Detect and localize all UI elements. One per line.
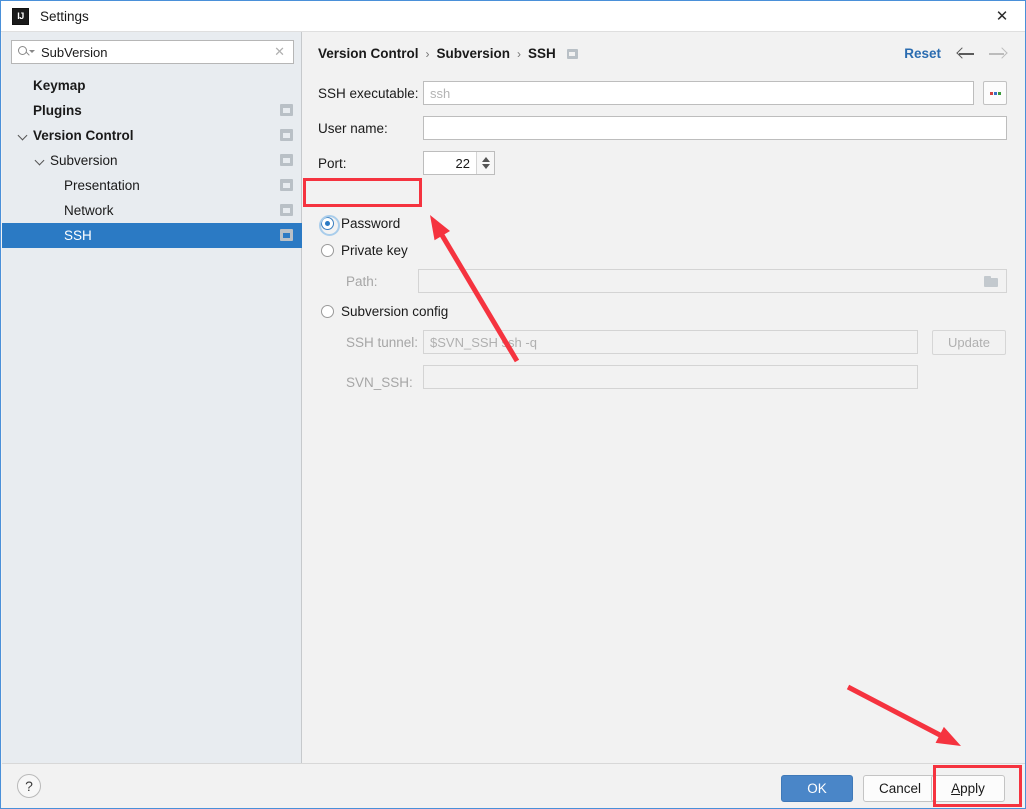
user-name-label: User name: — [318, 121, 388, 136]
spinner-up-icon — [481, 157, 490, 162]
window-title: Settings — [40, 8, 89, 24]
radio-password[interactable]: Password — [319, 215, 401, 236]
breadcrumb-item-1[interactable]: Subversion — [437, 46, 511, 61]
sidebar-item-ssh[interactable]: SSH — [2, 223, 302, 248]
title-bar: IJ Settings ✕ — [1, 1, 1025, 32]
sidebar-item-label: Subversion — [50, 153, 118, 168]
ssh-tunnel-value: $SVN_SSH ssh -q — [430, 334, 537, 350]
ssh-tunnel-input: $SVN_SSH ssh -q — [423, 330, 918, 354]
svn-ssh-label: SVN_SSH: — [346, 375, 413, 390]
spinner-down-icon — [481, 164, 490, 169]
sidebar-item-version-control[interactable]: Version Control — [2, 123, 302, 148]
radio-password-label: Password — [341, 216, 401, 231]
svn-ssh-input — [423, 365, 918, 389]
apply-label-mnemonic: A — [951, 781, 961, 796]
radio-subversion-config-indicator — [321, 305, 334, 318]
sidebar-item-plugins[interactable]: Plugins — [2, 98, 302, 123]
sidebar-item-keymap[interactable]: Keymap — [2, 73, 302, 98]
radio-subversion-config[interactable]: Subversion config — [321, 304, 448, 319]
chevron-down-icon[interactable] — [34, 155, 46, 167]
apply-button[interactable]: Apply — [931, 775, 1005, 802]
page-icon — [280, 204, 293, 216]
settings-sidebar: SubVersion ✕ Keymap Plugins Version Contro… — [2, 32, 302, 763]
port-label: Port: — [318, 156, 347, 171]
sidebar-item-label: SSH — [64, 228, 92, 243]
update-button: Update — [932, 330, 1006, 355]
port-spinner-buttons[interactable] — [476, 152, 494, 174]
search-icon — [18, 45, 35, 59]
close-icon[interactable]: ✕ — [979, 1, 1025, 31]
ssh-executable-label: SSH executable: — [318, 86, 419, 101]
port-stepper[interactable]: 22 — [423, 151, 495, 175]
ok-button[interactable]: OK — [781, 775, 853, 802]
reset-link[interactable]: Reset — [904, 46, 941, 61]
search-input-value: SubVersion — [41, 44, 108, 60]
apply-label-rest: pply — [960, 781, 985, 796]
page-icon — [280, 129, 293, 141]
sidebar-item-network[interactable]: Network — [2, 198, 302, 223]
ssh-executable-browse-button[interactable] — [983, 81, 1007, 105]
chevron-down-icon[interactable] — [17, 130, 29, 142]
back-arrow-icon[interactable] — [956, 45, 977, 63]
ssh-executable-placeholder: ssh — [430, 85, 451, 101]
page-icon — [280, 229, 293, 241]
page-icon — [280, 154, 293, 166]
settings-content-panel: Version Control › Subversion › SSH Reset… — [303, 32, 1025, 763]
clear-search-icon[interactable]: ✕ — [274, 44, 285, 60]
sidebar-item-label: Plugins — [33, 103, 82, 118]
user-name-input[interactable] — [423, 116, 1007, 140]
ssh-tunnel-label: SSH tunnel: — [346, 335, 419, 350]
breadcrumb: Version Control › Subversion › SSH — [318, 46, 578, 61]
sidebar-item-label: Network — [64, 203, 114, 218]
radio-password-indicator — [319, 215, 340, 236]
radio-private-key-indicator — [321, 244, 334, 257]
help-button[interactable]: ? — [17, 774, 41, 798]
path-label: Path: — [346, 274, 378, 289]
page-icon — [280, 104, 293, 116]
footer-buttons: OK Cancel Apply — [779, 764, 1005, 808]
breadcrumb-separator: › — [425, 46, 430, 61]
ellipsis-icon — [989, 91, 1001, 95]
sidebar-item-label: Version Control — [33, 128, 134, 143]
forward-arrow-icon — [987, 45, 1008, 63]
intellij-logo-icon: IJ — [12, 7, 29, 25]
breadcrumb-separator: › — [517, 46, 522, 61]
page-icon — [280, 179, 293, 191]
ssh-executable-input[interactable]: ssh — [423, 81, 974, 105]
breadcrumb-item-0[interactable]: Version Control — [318, 46, 419, 61]
dialog-footer: ? OK Cancel Apply — [2, 763, 1025, 808]
settings-tree: Keymap Plugins Version Control Subversion Pr… — [2, 73, 302, 248]
sidebar-item-presentation[interactable]: Presentation — [2, 173, 302, 198]
sidebar-item-subversion[interactable]: Subversion — [2, 148, 302, 173]
folder-icon — [984, 276, 999, 288]
cancel-button[interactable]: Cancel — [863, 775, 937, 802]
radio-private-key-label: Private key — [341, 243, 408, 258]
search-input[interactable]: SubVersion ✕ — [11, 40, 294, 64]
path-input — [418, 269, 1007, 293]
settings-dialog: IJ Settings ✕ SubVersion ✕ Keymap Plugins… — [0, 0, 1026, 809]
radio-private-key[interactable]: Private key — [321, 243, 408, 258]
sidebar-item-label: Keymap — [33, 78, 86, 93]
sidebar-item-label: Presentation — [64, 178, 140, 193]
radio-subversion-config-label: Subversion config — [341, 304, 449, 319]
page-icon — [566, 48, 578, 59]
breadcrumb-item-2: SSH — [528, 46, 556, 61]
port-value: 22 — [455, 155, 470, 171]
